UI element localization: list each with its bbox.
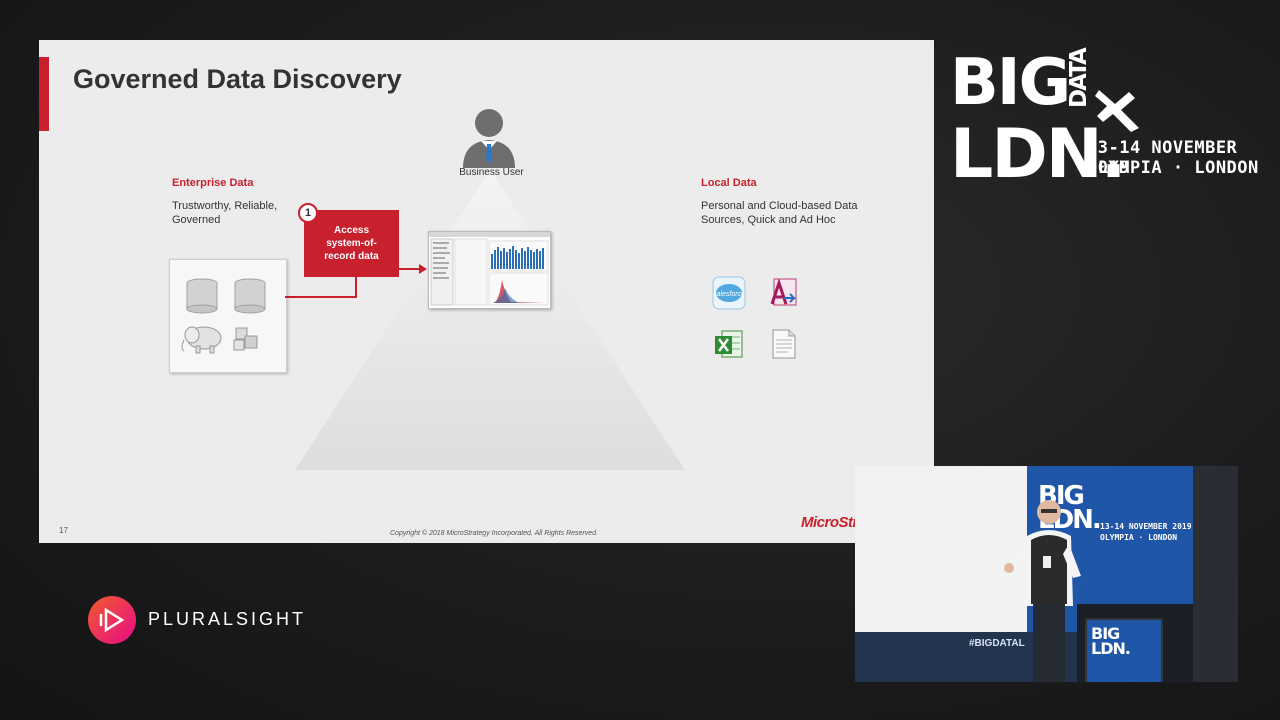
connector-line [285,296,357,298]
slide-page-number: 17 [59,526,68,535]
arrow-line [399,268,421,270]
local-desc-line2: Sources, Quick and Ad Hoc [701,214,836,226]
projection-screen [855,466,1027,632]
local-data-heading: Local Data [701,177,757,189]
backdrop-date: 13-14 NOVEMBER 2019 [1100,522,1192,531]
cubes-icon [233,327,258,351]
podium-logo-ldn: LDN. [1091,639,1131,658]
connector-line [355,275,357,298]
salesforce-icon: salesforce [712,276,746,310]
database-icon [186,278,218,314]
pluralsight-wordmark: PLURALSIGHT [148,609,307,629]
slide-copyright: Copyright © 2018 MicroStrategy Incorpora… [390,530,598,537]
enterprise-data-heading: Enterprise Data [172,177,254,189]
title-accent-bar [39,57,49,131]
big-data-ldn-logo: BIG DATA LDN. 13-14 NOVEMBER 2019 OLYMPI… [950,38,1260,203]
local-desc-line1: Personal and Cloud-based Data [701,200,858,212]
enterprise-desc-line1: Trustworthy, Reliable, [172,200,278,212]
hadoop-elephant-icon [181,326,222,354]
business-user-label: Business User [459,167,524,178]
access-step-label: Access system-of-record data [324,225,379,262]
text-file-icon [772,329,796,359]
dashboard-screenshot-thumbnail [428,231,551,309]
enterprise-data-description: Trustworthy, Reliable, Governed [172,199,277,227]
enterprise-desc-line2: Governed [172,214,221,226]
svg-text:salesforce: salesforce [713,291,745,298]
pluralsight-play-icon [88,596,136,644]
database-icon [234,278,266,314]
event-logo-graphic-icon [1095,90,1139,132]
arrow-right-icon [419,264,427,274]
excel-icon [715,330,743,358]
speaker-video: #BIGDATAL BIG LDN. 13-14 NOVEMBER 2019 O… [855,466,1238,682]
business-user-icon [463,109,515,168]
backdrop-location: OLYMPIA · LONDON [1100,533,1178,542]
access-database-icon [770,278,797,306]
slide-title: Governed Data Discovery [73,64,402,94]
event-logo-data: DATA [1066,49,1092,108]
access-step-box: Access system-of-record data [304,210,399,277]
enterprise-sources-box [169,259,287,373]
step-number-badge: 1 [298,203,318,223]
local-data-description: Personal and Cloud-based Data Sources, Q… [701,199,858,227]
podium-logo: BIG LDN. [1091,626,1131,658]
event-logo-big: BIG [950,46,1071,120]
presentation-slide: Governed Data Discovery Business User En… [39,40,934,543]
stage-side-wall [1193,466,1238,682]
event-location: OLYMPIA · LONDON [1087,158,1259,178]
